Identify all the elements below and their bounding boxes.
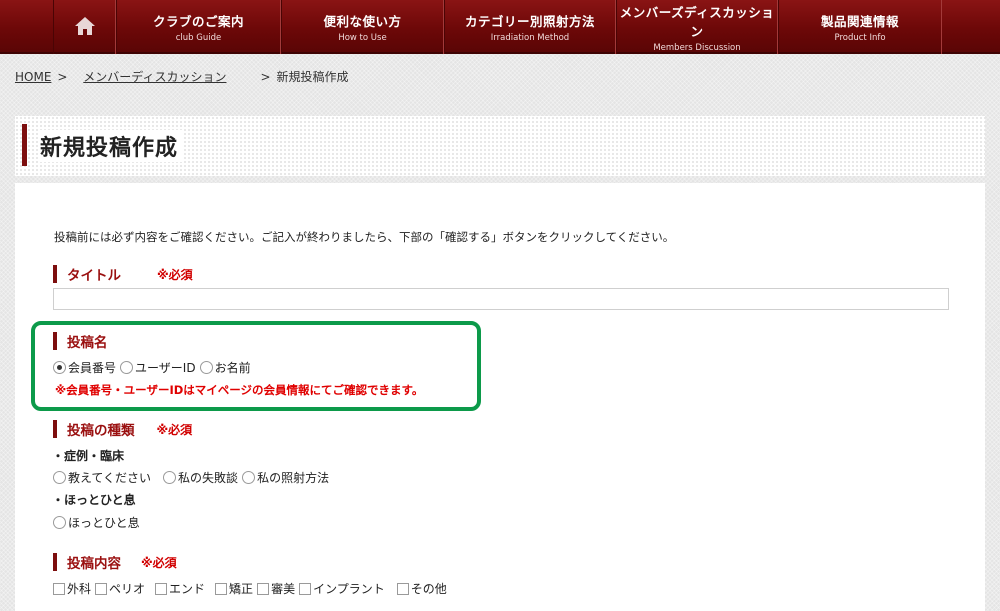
checkbox[interactable]	[95, 582, 108, 595]
option-label: 矯正	[229, 582, 254, 596]
post-type-option-my-failure[interactable]: 私の失敗談	[163, 469, 238, 486]
option-label: 教えてください	[68, 471, 152, 485]
post-content-option-esthetic[interactable]: 審美	[257, 580, 295, 597]
breadcrumb-separator: >	[260, 70, 271, 84]
post-content-options: 外科 ペリオ エンド 矯正 審美 インプラント その他	[53, 580, 451, 597]
radio-button[interactable]	[120, 361, 134, 374]
nav-item-sublabel: Product Info	[834, 33, 886, 43]
nav-item-label: カテゴリー別照射方法	[464, 14, 595, 29]
post-content-label: 投稿内容	[67, 556, 121, 572]
option-label: 私の失敗談	[178, 471, 239, 485]
checkbox[interactable]	[215, 582, 228, 595]
title-accent-bar	[22, 124, 27, 166]
nav-item-sublabel: How to Use	[338, 33, 387, 43]
post-type-option-take-a-break[interactable]: ほっとひと息	[53, 514, 140, 531]
post-content-option-ortho[interactable]: 矯正	[215, 580, 253, 597]
post-content-option-implant[interactable]: インプラント	[299, 580, 385, 597]
section-marker	[53, 553, 57, 571]
checkbox[interactable]	[396, 582, 409, 595]
option-label: 会員番号	[68, 361, 117, 375]
breadcrumb-home-link[interactable]: HOME	[15, 70, 51, 84]
poster-name-option-member-number[interactable]: 会員番号	[53, 359, 116, 376]
required-mark: ※必須	[157, 267, 193, 282]
radio-button[interactable]	[53, 471, 66, 484]
radio-button[interactable]	[199, 361, 213, 374]
option-label: 審美	[271, 582, 296, 596]
nav-home-button[interactable]	[53, 0, 116, 54]
nav-item-sublabel: Members Discussion	[653, 42, 741, 53]
nav-item-members-discussion[interactable]: メンバーズディスカッション Members Discussion	[616, 0, 778, 54]
option-label: インプラント	[313, 582, 385, 596]
nav-item-label: 製品関連情報	[820, 14, 899, 29]
form-panel: 投稿前には必ず内容をご確認ください。ご記入が終わりましたら、下部の「確認する」ボ…	[15, 183, 985, 611]
checkbox[interactable]	[299, 582, 312, 595]
page-title-box: 新規投稿作成	[15, 116, 985, 176]
page-title: 新規投稿作成	[40, 130, 185, 162]
post-content-section-heading: 投稿内容 ※必須	[53, 553, 177, 572]
radio-button[interactable]	[163, 471, 177, 484]
nav-item-irradiation-method[interactable]: カテゴリー別照射方法 Irradiation Method	[444, 0, 616, 54]
intro-text: 投稿前には必ず内容をご確認ください。ご記入が終わりましたら、下部の「確認する」ボ…	[54, 230, 675, 244]
option-label: ユーザーID	[135, 361, 196, 375]
option-label: ほっとひと息	[68, 516, 140, 530]
section-marker	[53, 265, 57, 283]
post-type-option-please-teach[interactable]: 教えてください	[53, 469, 151, 486]
checkbox[interactable]	[53, 582, 65, 595]
post-type-group-clinical-options: 教えてください 私の失敗談 私の照射方法	[53, 469, 333, 486]
post-type-group-label: ・ほっとひと息	[52, 493, 136, 507]
breadcrumb-separator: >	[57, 70, 68, 84]
checkbox[interactable]	[257, 582, 270, 595]
poster-name-section-heading: 投稿名	[53, 332, 108, 351]
breadcrumb: HOME > メンバーディスカッション > 新規投稿作成	[15, 68, 349, 84]
section-marker	[53, 332, 57, 350]
option-label: ペリオ	[109, 582, 146, 596]
poster-name-option-name[interactable]: お名前	[199, 359, 251, 376]
radio-button[interactable]	[53, 516, 66, 529]
poster-name-options: 会員番号 ユーザーID お名前	[53, 359, 255, 376]
poster-name-option-user-id[interactable]: ユーザーID	[120, 359, 196, 376]
title-input[interactable]	[53, 288, 949, 310]
option-label: その他	[410, 582, 447, 596]
post-content-option-surgery[interactable]: 外科	[53, 580, 91, 597]
post-type-group-label: ・症例・臨床	[52, 449, 125, 463]
option-label: エンド	[169, 582, 206, 596]
post-content-option-other[interactable]: その他	[396, 580, 447, 597]
nav-item-sublabel: Irradiation Method	[490, 33, 570, 43]
post-type-label: 投稿の種類	[67, 423, 135, 439]
poster-name-label: 投稿名	[67, 335, 108, 351]
section-marker	[53, 420, 57, 438]
radio-button[interactable]	[242, 471, 256, 484]
post-type-option-my-method[interactable]: 私の照射方法	[242, 469, 329, 486]
breadcrumb-current: 新規投稿作成	[276, 70, 349, 84]
nav-item-label: メンバーズディスカッション	[619, 4, 775, 39]
nav-item-how-to-use[interactable]: 便利な使い方 How to Use	[281, 0, 444, 54]
nav-item-label: クラブのご案内	[152, 14, 244, 29]
post-type-section-heading: 投稿の種類 ※必須	[53, 420, 193, 439]
required-mark: ※必須	[156, 422, 193, 437]
poster-name-notice: ※会員番号・ユーザーIDはマイページの会員情報にてご確認できます。	[55, 383, 424, 397]
post-content-option-perio[interactable]: ペリオ	[95, 580, 145, 597]
required-mark: ※必須	[141, 555, 177, 570]
breadcrumb-parent-link[interactable]: メンバーディスカッション	[83, 70, 254, 84]
post-type-group-break-options: ほっとひと息	[53, 514, 144, 531]
top-navigation: クラブのご案内 club Guide 便利な使い方 How to Use カテゴ…	[0, 0, 1000, 54]
nav-item-sublabel: club Guide	[175, 33, 222, 43]
title-label: タイトル	[67, 268, 121, 284]
option-label: 外科	[67, 582, 92, 596]
option-label: 私の照射方法	[257, 471, 330, 485]
title-section-heading: タイトル ※必須	[53, 265, 193, 284]
option-label: お名前	[214, 361, 251, 375]
post-content-option-endo[interactable]: エンド	[155, 580, 205, 597]
home-icon	[74, 16, 96, 39]
nav-item-club-guide[interactable]: クラブのご案内 club Guide	[116, 0, 281, 54]
checkbox[interactable]	[155, 582, 168, 595]
nav-item-label: 便利な使い方	[323, 14, 402, 29]
radio-button[interactable]	[53, 361, 66, 374]
nav-item-product-info[interactable]: 製品関連情報 Product Info	[778, 0, 942, 54]
